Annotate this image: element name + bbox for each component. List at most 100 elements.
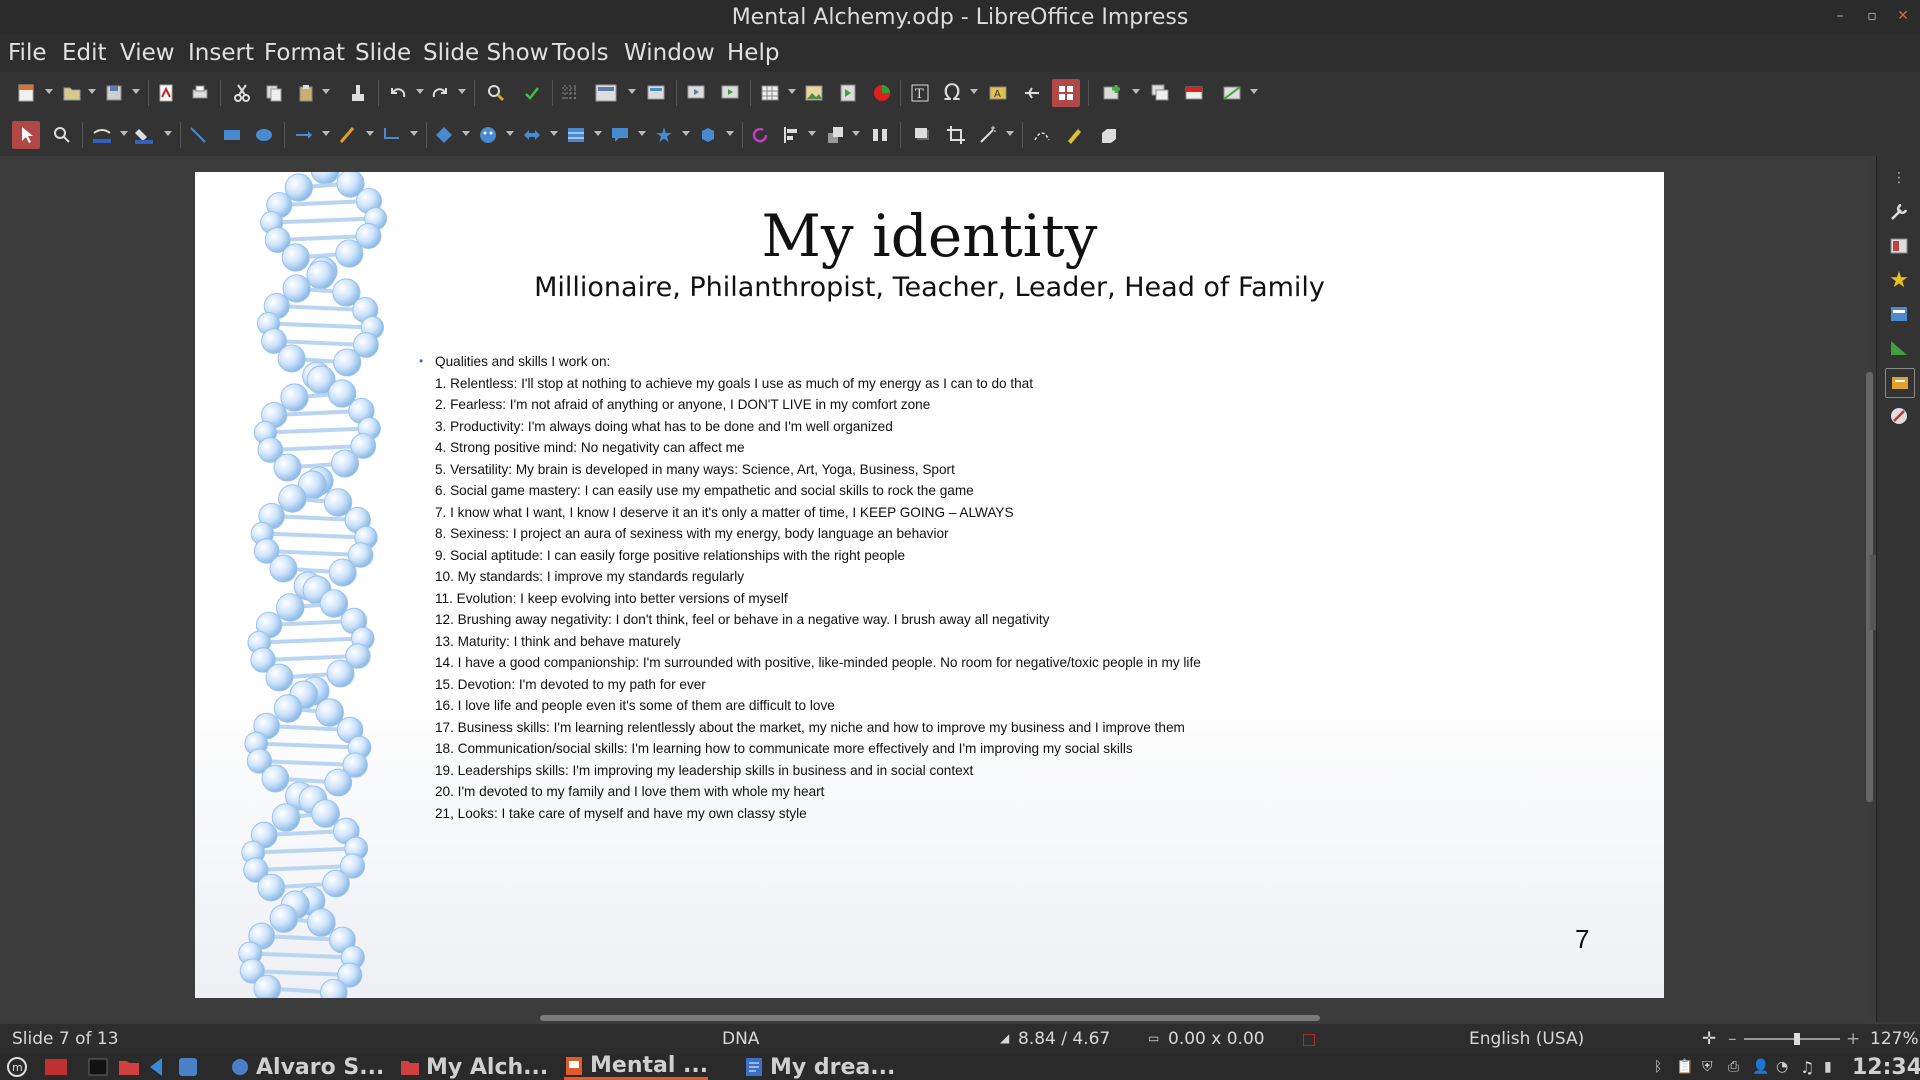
battery-icon[interactable]: ▮ <box>1824 1054 1832 1080</box>
navigator-icon[interactable] <box>1885 402 1913 430</box>
menu-edit[interactable]: Edit <box>62 40 107 66</box>
browser-icon[interactable] <box>178 1054 198 1080</box>
insert-text-box-icon[interactable]: T <box>906 79 934 107</box>
insert-table-icon[interactable] <box>756 79 784 107</box>
properties-icon[interactable] <box>1885 198 1913 226</box>
chevron-down-icon[interactable] <box>970 89 978 94</box>
menu-tools[interactable]: Tools <box>552 40 609 66</box>
points-icon[interactable] <box>1028 121 1056 149</box>
chevron-down-icon[interactable] <box>45 89 53 94</box>
chevron-down-icon[interactable] <box>322 89 330 94</box>
master-slide-icon[interactable] <box>642 79 670 107</box>
start-from-current-slide-icon[interactable] <box>716 79 744 107</box>
open-folder-icon[interactable] <box>58 79 86 107</box>
line-color-icon[interactable] <box>88 121 116 149</box>
save-icon[interactable] <box>100 79 128 107</box>
chevron-down-icon[interactable] <box>88 89 96 94</box>
slide-transition-icon[interactable] <box>1885 232 1913 260</box>
rotate-icon[interactable] <box>746 121 774 149</box>
curves-polygons-icon[interactable] <box>334 121 362 149</box>
glue-points-icon[interactable] <box>1060 121 1088 149</box>
chevron-down-icon[interactable] <box>1006 131 1014 136</box>
insert-image-icon[interactable] <box>800 79 828 107</box>
chevron-down-icon[interactable] <box>132 89 140 94</box>
bluetooth-icon[interactable]: ᛒ <box>1654 1054 1662 1080</box>
shadow-icon[interactable] <box>908 121 936 149</box>
new-document-icon[interactable] <box>12 79 40 107</box>
paste-icon[interactable] <box>292 79 320 107</box>
chevron-down-icon[interactable] <box>550 131 558 136</box>
slide-counter[interactable]: Slide 7 of 13 <box>12 1029 119 1049</box>
document-modified-icon[interactable] <box>1303 1034 1315 1046</box>
chevron-down-icon[interactable] <box>1132 89 1140 94</box>
zoom-level[interactable]: 127% <box>1870 1029 1919 1049</box>
find-replace-icon[interactable] <box>482 79 510 107</box>
shield-icon[interactable]: ⛨ <box>1702 1054 1713 1080</box>
zoom-slider-thumb[interactable] <box>1793 1033 1800 1045</box>
lines-and-arrows-icon[interactable] <box>290 121 318 149</box>
stars-icon[interactable]: ★ <box>650 121 678 149</box>
close-icon[interactable]: ✕ <box>1893 6 1913 26</box>
horizontal-scrollbar[interactable] <box>540 1015 1320 1021</box>
distribute-icon[interactable] <box>866 121 894 149</box>
chevron-down-icon[interactable] <box>322 131 330 136</box>
sound-icon[interactable]: ♫ <box>1800 1054 1814 1080</box>
master-slides-icon[interactable] <box>1885 300 1913 328</box>
chevron-down-icon[interactable] <box>852 131 860 136</box>
files-icon[interactable] <box>118 1054 140 1080</box>
maximize-icon[interactable]: ▫ <box>1862 6 1882 26</box>
display-grid-icon[interactable] <box>556 79 584 107</box>
menu-window[interactable]: Window <box>624 40 715 66</box>
clone-formatting-icon[interactable] <box>344 79 372 107</box>
duplicate-slide-icon[interactable] <box>1146 79 1174 107</box>
ellipse-icon[interactable] <box>250 121 278 149</box>
transformations-icon[interactable] <box>1018 79 1046 107</box>
rectangle-icon[interactable] <box>218 121 246 149</box>
slide-canvas[interactable]: My identity Millionaire, Philanthropist,… <box>195 172 1664 998</box>
master-slide-name[interactable]: DNA <box>722 1029 759 1049</box>
export-pdf-icon[interactable] <box>152 79 180 107</box>
menu-file[interactable]: File <box>8 40 47 66</box>
slide-content-box[interactable]: • Qualities and skills I work on: 1. Rel… <box>419 351 1435 824</box>
spelling-icon[interactable] <box>518 79 546 107</box>
slide-layout-icon[interactable] <box>592 79 620 107</box>
menu-insert[interactable]: Insert <box>188 40 254 66</box>
undo-icon[interactable] <box>384 79 412 107</box>
redo-icon[interactable] <box>426 79 454 107</box>
insert-media-icon[interactable] <box>834 79 862 107</box>
select-arrow-icon[interactable] <box>12 121 40 149</box>
chevron-down-icon[interactable] <box>410 131 418 136</box>
chevron-down-icon[interactable] <box>808 131 816 136</box>
copy-icon[interactable] <box>260 79 288 107</box>
cut-icon[interactable] <box>228 79 256 107</box>
terminal-icon[interactable] <box>88 1054 108 1080</box>
fit-slide-icon[interactable]: ✛ <box>1702 1029 1716 1049</box>
zoom-pan-icon[interactable] <box>48 121 76 149</box>
zoom-out-icon[interactable]: – <box>1728 1029 1737 1049</box>
chevron-down-icon[interactable] <box>638 131 646 136</box>
basic-shapes-icon[interactable] <box>430 121 458 149</box>
toggle-extrusion-icon[interactable] <box>1094 121 1122 149</box>
taskbar-item-browser[interactable]: Alvaro S... <box>230 1054 384 1080</box>
zoom-slider[interactable] <box>1744 1038 1840 1040</box>
chevron-down-icon[interactable] <box>682 131 690 136</box>
insert-chart-icon[interactable] <box>868 79 896 107</box>
print-icon[interactable] <box>186 79 214 107</box>
clock[interactable]: 12:34 <box>1852 1054 1920 1080</box>
menu-slide-show[interactable]: Slide Show <box>423 40 549 66</box>
line-icon[interactable] <box>184 121 212 149</box>
language-indicator[interactable]: English (USA) <box>1469 1029 1584 1049</box>
3d-objects-icon[interactable] <box>694 121 722 149</box>
taskbar-item-writer[interactable]: My drea... <box>744 1054 895 1080</box>
align-objects-icon[interactable] <box>778 121 806 149</box>
clipboard-icon[interactable]: 📋 <box>1676 1054 1693 1080</box>
chevron-down-icon[interactable] <box>506 131 514 136</box>
menu-help[interactable]: Help <box>727 40 779 66</box>
chevron-down-icon[interactable] <box>366 131 374 136</box>
start-menu-icon[interactable]: m <box>6 1054 28 1080</box>
chevron-down-icon[interactable] <box>164 131 172 136</box>
show-draw-functions-icon[interactable] <box>1052 79 1080 107</box>
slide-title[interactable]: My identity <box>195 202 1664 270</box>
connectors-icon[interactable] <box>378 121 406 149</box>
menu-view[interactable]: View <box>120 40 175 66</box>
